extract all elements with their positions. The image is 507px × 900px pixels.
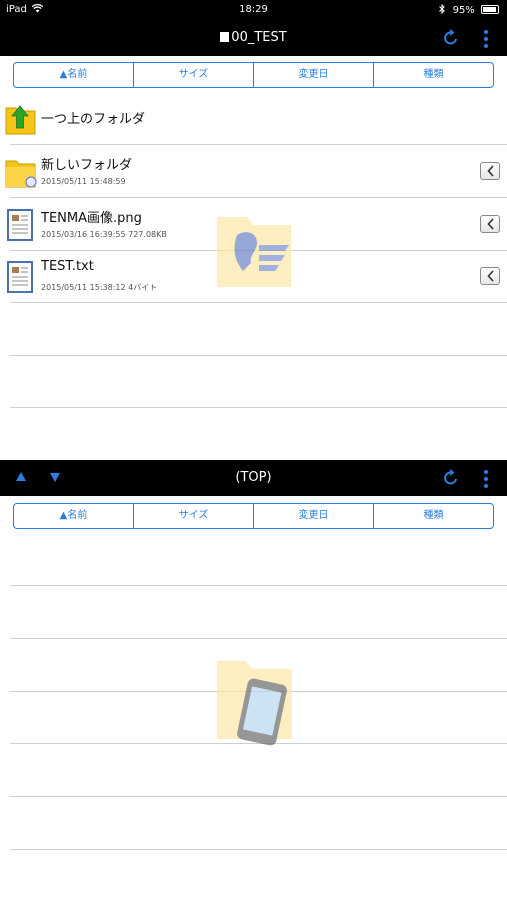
item-meta: 2015/05/11 15:48:59 <box>41 177 126 186</box>
folder-icon <box>5 160 37 188</box>
bottom-pane-title: (TOP) <box>235 470 272 485</box>
item-meta: 2015/05/11 15:38:12 4バイト <box>41 283 158 292</box>
top-sort-bar: ▲名前 サイズ 変更日 種類 <box>13 62 494 88</box>
document-icon <box>7 261 33 293</box>
row-divider <box>10 355 507 356</box>
refresh-icon[interactable] <box>441 468 461 488</box>
item-name: TEST.txt <box>41 259 94 274</box>
item-name: TENMA画像.png <box>41 211 142 226</box>
status-bar: iPad 18:29 95% <box>0 0 507 20</box>
item-name: 新しいフォルダ <box>41 158 133 173</box>
expand-button[interactable] <box>480 162 500 180</box>
bluetooth-icon <box>439 3 446 15</box>
sort-by-type[interactable]: 種類 <box>374 504 493 528</box>
more-vertical-icon[interactable] <box>481 469 491 489</box>
row-divider <box>10 638 507 639</box>
row-divider <box>10 585 507 586</box>
top-pane-navbar: 00_TEST <box>0 20 507 56</box>
sort-by-size[interactable]: サイズ <box>134 63 254 87</box>
more-vertical-icon[interactable] <box>481 29 491 49</box>
row-divider <box>10 796 507 797</box>
folder-up-icon <box>5 105 36 135</box>
parent-folder-label: 一つ上のフォルダ <box>41 112 146 127</box>
device-folder-watermark-icon <box>217 661 292 746</box>
app-logo-watermark-icon <box>217 217 291 287</box>
status-time: 18:29 <box>239 4 268 15</box>
sort-by-size[interactable]: サイズ <box>134 504 254 528</box>
status-right: 95% <box>439 3 499 16</box>
list-item[interactable]: 新しいフォルダ 2015/05/11 15:48:59 <box>5 145 507 198</box>
item-meta: 2015/03/16 16:39:55 727.08KB <box>41 230 167 239</box>
parent-folder-row[interactable]: 一つ上のフォルダ <box>5 92 507 145</box>
sort-by-name[interactable]: ▲名前 <box>14 63 134 87</box>
top-pane-title: 00_TEST <box>0 30 507 45</box>
sort-by-date[interactable]: 変更日 <box>254 63 374 87</box>
sort-by-name[interactable]: ▲名前 <box>14 504 134 528</box>
bottom-pane-navbar: (TOP) <box>0 460 507 496</box>
chevron-left-icon <box>487 165 494 177</box>
sort-by-date[interactable]: 変更日 <box>254 504 374 528</box>
expand-button[interactable] <box>480 215 500 233</box>
battery-percent: 95% <box>452 5 475 16</box>
row-divider <box>10 849 507 850</box>
chevron-left-icon <box>487 218 494 230</box>
bottom-sort-bar: ▲名前 サイズ 変更日 種類 <box>13 503 494 529</box>
row-divider <box>10 407 507 408</box>
sort-by-type[interactable]: 種類 <box>374 63 493 87</box>
document-icon <box>7 209 33 241</box>
folder-square-icon <box>220 32 230 42</box>
chevron-left-icon <box>487 270 494 282</box>
expand-button[interactable] <box>480 267 500 285</box>
battery-icon <box>481 5 499 14</box>
refresh-icon[interactable] <box>441 28 461 48</box>
